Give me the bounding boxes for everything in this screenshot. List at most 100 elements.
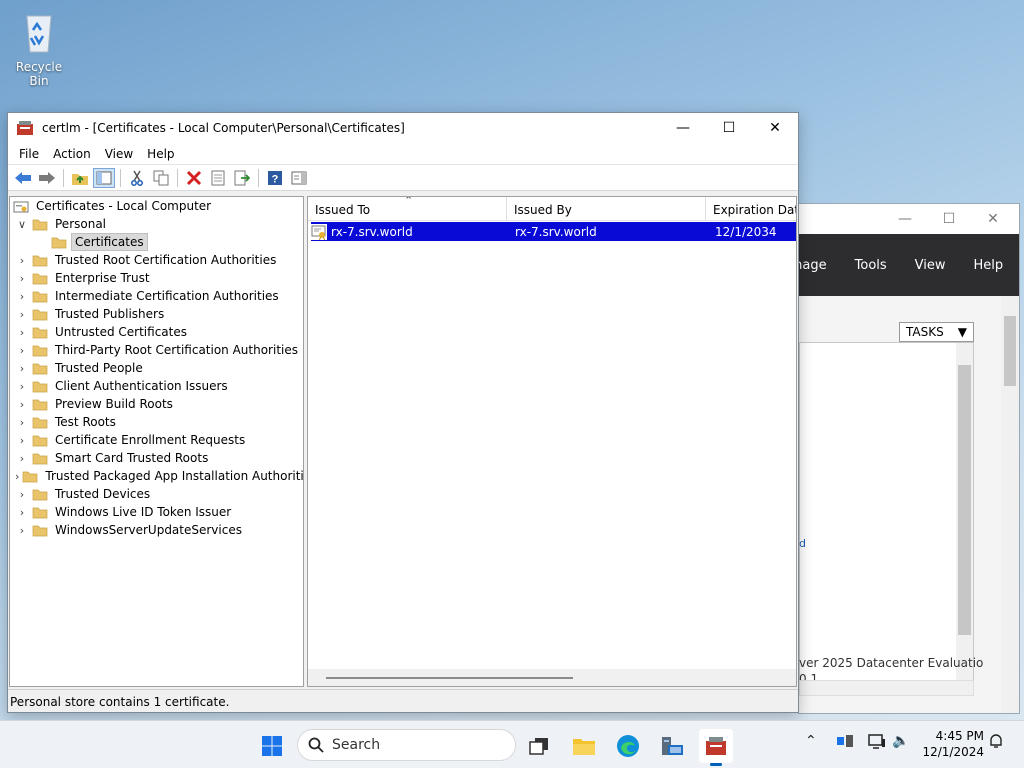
recycle-bin-shortcut[interactable]: Recycle Bin (6, 10, 72, 88)
expand-chevron-icon[interactable]: › (15, 326, 29, 339)
start-button[interactable] (255, 729, 289, 763)
show-hide-tree-icon[interactable] (93, 167, 115, 188)
tree-item-store[interactable]: › Client Authentication Issuers (10, 377, 303, 395)
folder-icon (32, 290, 48, 303)
menu-file[interactable]: File (12, 147, 46, 161)
menu-tools[interactable]: Tools (841, 258, 901, 273)
expand-chevron-icon[interactable]: › (15, 416, 29, 429)
collapse-chevron-icon[interactable]: ∨ (15, 218, 29, 231)
menu-help[interactable]: Help (960, 258, 1018, 273)
certificate-list[interactable]: ⌃ Issued To Issued By Expiration Date rx… (307, 196, 797, 687)
export-list-icon[interactable] (231, 168, 253, 188)
expand-chevron-icon[interactable]: › (15, 380, 29, 393)
menu-view[interactable]: View (98, 147, 140, 161)
maximize-icon[interactable]: ☐ (706, 113, 752, 143)
cut-icon[interactable] (126, 168, 148, 188)
tree-item-label: Windows Live ID Token Issuer (55, 505, 232, 519)
expand-chevron-icon[interactable]: › (15, 344, 29, 357)
properties-icon[interactable] (207, 168, 229, 188)
tasks-label: TASKS (906, 325, 944, 339)
folder-icon (32, 326, 48, 339)
expand-chevron-icon[interactable]: › (15, 308, 29, 321)
scrollbar-thumb[interactable] (326, 677, 573, 679)
tree-item-personal[interactable]: ∨ Personal (10, 215, 303, 233)
display-icon[interactable] (868, 733, 886, 753)
window-vertical-scrollbar[interactable] (1001, 296, 1019, 713)
tree-item-store[interactable]: › Test Roots (10, 413, 303, 431)
tree-item-store[interactable]: › Trusted Devices (10, 485, 303, 503)
tree-item-label: Preview Build Roots (55, 397, 173, 411)
certlm-window[interactable]: certlm - [Certificates - Local Computer\… (7, 112, 799, 713)
expand-chevron-icon[interactable]: › (15, 362, 29, 375)
tree-item-store[interactable]: › Certificate Enrollment Requests (10, 431, 303, 449)
notifications-icon[interactable] (988, 733, 1004, 753)
show-action-pane-icon[interactable] (288, 168, 310, 188)
minimize-icon[interactable]: — (883, 211, 927, 227)
server-manager-icon (662, 737, 683, 755)
tree-item-store[interactable]: › Preview Build Roots (10, 395, 303, 413)
panel-horizontal-scrollbar[interactable] (799, 680, 974, 696)
show-hidden-icons-chevron-icon[interactable]: ⌃ (805, 733, 817, 749)
expand-chevron-icon[interactable]: › (15, 470, 19, 483)
expand-chevron-icon[interactable]: › (15, 398, 29, 411)
back-arrow-icon[interactable] (12, 168, 34, 188)
maximize-icon[interactable]: ☐ (927, 211, 971, 227)
server-manager-button[interactable] (655, 729, 689, 763)
tree-item-store[interactable]: › Windows Live ID Token Issuer (10, 503, 303, 521)
file-explorer-button[interactable] (567, 729, 601, 763)
expand-chevron-icon[interactable]: › (15, 272, 29, 285)
search-label: Search (332, 737, 381, 753)
column-header-expiration-date[interactable]: Expiration Date (706, 197, 796, 220)
tree-item-store[interactable]: › Trusted People (10, 359, 303, 377)
menu-action[interactable]: Action (46, 147, 98, 161)
tree-item-store[interactable]: › Third-Party Root Certification Authorit… (10, 341, 303, 359)
menu-view[interactable]: View (901, 258, 960, 273)
forward-arrow-icon[interactable] (36, 168, 58, 188)
tree-root[interactable]: Certificates - Local Computer (10, 197, 303, 215)
expand-chevron-icon[interactable]: › (15, 452, 29, 465)
copy-icon[interactable] (150, 168, 172, 188)
status-bar: Personal store contains 1 certificate. (8, 689, 798, 712)
expand-chevron-icon[interactable]: › (15, 506, 29, 519)
tree-item-store[interactable]: › Untrusted Certificates (10, 323, 303, 341)
window-title: certlm - [Certificates - Local Computer\… (42, 121, 405, 135)
taskbar-search[interactable]: Search (297, 729, 516, 761)
task-view-icon (529, 738, 548, 755)
server-manager-window[interactable]: — ☐ ✕ Manage Tools View Help TASKS ▼ d v… (775, 203, 1020, 714)
tree-item-store[interactable]: › WindowsServerUpdateServices (10, 521, 303, 539)
tree-item-certificates[interactable]: Certificates (10, 233, 303, 251)
tasks-dropdown[interactable]: TASKS ▼ (899, 322, 974, 342)
tree-item-store[interactable]: › Smart Card Trusted Roots (10, 449, 303, 467)
up-folder-icon[interactable] (69, 168, 91, 188)
column-header-issued-by[interactable]: Issued By (507, 197, 706, 220)
expand-chevron-icon[interactable]: › (15, 290, 29, 303)
close-icon[interactable]: ✕ (971, 211, 1015, 227)
tree-item-store[interactable]: › Trusted Packaged App Installation Autho… (10, 467, 303, 485)
tree-item-store[interactable]: › Trusted Root Certification Authorities (10, 251, 303, 269)
tree-item-store[interactable]: › Intermediate Certification Authorities (10, 287, 303, 305)
menu-help[interactable]: Help (140, 147, 181, 161)
volume-icon[interactable]: 🔈 (892, 733, 909, 749)
table-row[interactable]: rx-7.srv.world rx-7.srv.world 12/1/2034 (311, 222, 796, 241)
expand-chevron-icon[interactable]: › (15, 434, 29, 447)
tree-item-store[interactable]: › Enterprise Trust (10, 269, 303, 287)
expand-chevron-icon[interactable]: › (15, 254, 29, 267)
minimize-icon[interactable]: — (660, 113, 706, 143)
chevron-down-icon: ▼ (957, 325, 967, 339)
edge-browser-button[interactable] (611, 729, 645, 763)
panel-vertical-scrollbar[interactable] (956, 343, 973, 681)
expand-chevron-icon[interactable]: › (15, 524, 29, 537)
panel-link[interactable]: d (799, 537, 806, 550)
list-horizontal-scrollbar[interactable] (308, 669, 796, 686)
console-tree[interactable]: Certificates - Local Computer ∨ Personal… (9, 196, 304, 687)
close-icon[interactable]: ✕ (752, 113, 798, 143)
expand-chevron-icon[interactable]: › (15, 488, 29, 501)
certlm-taskbar-button[interactable] (699, 729, 733, 766)
delete-icon[interactable] (183, 168, 205, 188)
help-icon[interactable]: ? (264, 168, 286, 188)
system-clock[interactable]: 4:45 PM 12/1/2024 (922, 728, 984, 760)
tree-item-store[interactable]: › Trusted Publishers (10, 305, 303, 323)
task-view-button[interactable] (522, 729, 556, 763)
network-settings-icon[interactable] (836, 733, 854, 753)
tree-item-label: Third-Party Root Certification Authoriti… (55, 343, 298, 357)
